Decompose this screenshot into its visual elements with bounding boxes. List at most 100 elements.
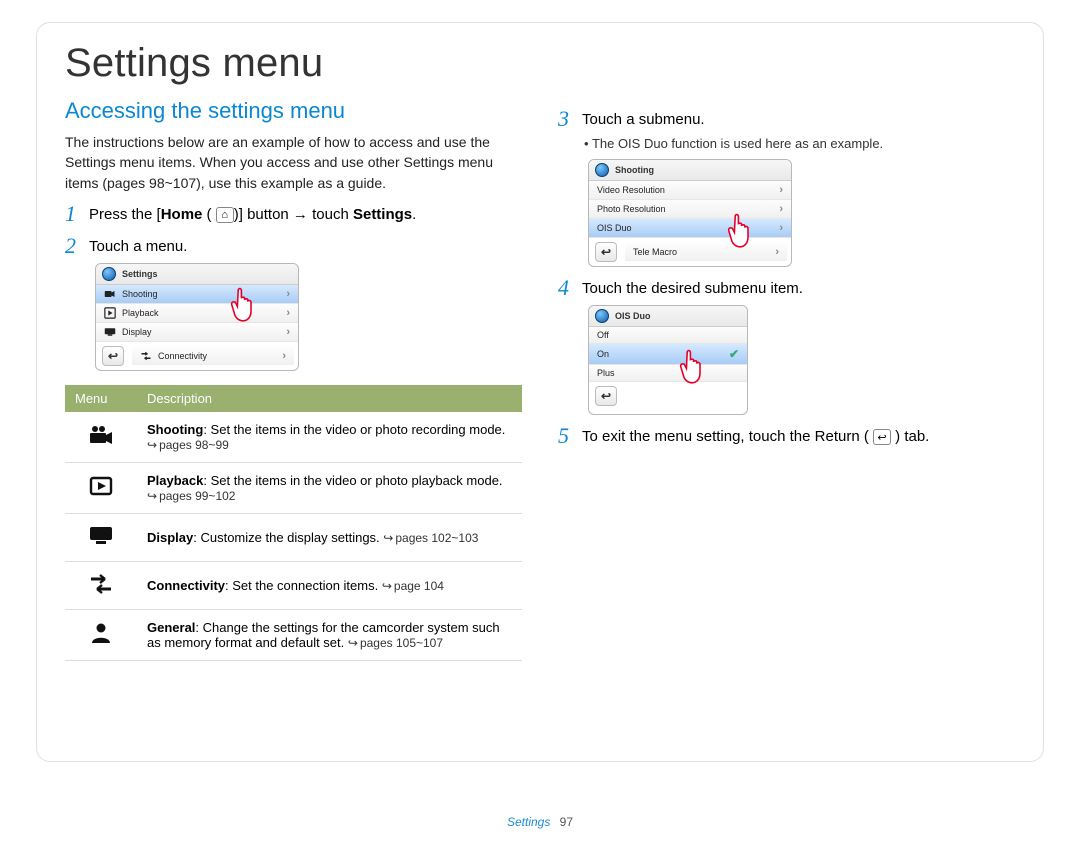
person-icon <box>87 621 115 645</box>
step-3: 3 Touch a submenu. <box>558 108 1015 130</box>
screenshot-oisduo: OIS Duo Off On ✔ Plus ↩ <box>588 305 748 415</box>
row-name: Shooting <box>147 422 203 437</box>
chevron-right-icon: › <box>775 246 779 258</box>
screenshot-a-row-shooting[interactable]: Shooting › <box>96 285 298 304</box>
screenshot-b-row-pres[interactable]: Photo Resolution › <box>589 200 791 219</box>
menu-description-table: Menu Description Shooting: Set the items… <box>65 385 522 661</box>
step-4: 4 Touch the desired submenu item. <box>558 277 1015 299</box>
footer-section: Settings <box>507 815 550 829</box>
return-button[interactable]: ↩ <box>595 386 617 406</box>
chevron-right-icon: › <box>779 222 783 234</box>
screenshot-a-row-display[interactable]: Display › <box>96 323 298 342</box>
table-desc: Playback: Set the items in the video or … <box>137 462 522 513</box>
step-1-mid: ( <box>202 206 215 223</box>
row-label: On <box>597 349 609 359</box>
step-5-pre: To exit the menu setting, touch the Retu… <box>582 428 873 445</box>
row-desc: : Set the connection items. <box>225 578 382 593</box>
chevron-right-icon: › <box>286 307 290 319</box>
playback-icon <box>87 474 115 498</box>
step-5-body: To exit the menu setting, touch the Retu… <box>582 425 929 445</box>
th-menu: Menu <box>65 385 137 412</box>
chevron-right-icon: › <box>779 203 783 215</box>
row-label: Playback <box>122 308 159 318</box>
screenshot-b-row-vres[interactable]: Video Resolution › <box>589 181 791 200</box>
step-1-home: Home <box>161 206 203 223</box>
footer-page-number: 97 <box>560 815 573 829</box>
screenshot-a-title: Settings <box>122 269 158 279</box>
screenshot-b-row-tele[interactable]: Tele Macro › <box>625 243 787 261</box>
step-3-note: The OIS Duo function is used here as an … <box>584 136 1015 151</box>
return-icon: ↩ <box>873 429 891 445</box>
step-1-settings: Settings <box>353 206 412 223</box>
step-1: 1 Press the [Home ( ⌂)] button → touch S… <box>65 203 522 225</box>
step-4-num: 4 <box>558 277 572 299</box>
gear-icon <box>595 309 609 323</box>
step-2-num: 2 <box>65 235 79 257</box>
page-title: Settings menu <box>65 41 1015 86</box>
screenshot-b-title: Shooting <box>615 165 654 175</box>
row-pages: pages 102~103 <box>383 531 478 545</box>
step-1-pre: Press the [ <box>89 206 161 223</box>
screenshot-b-foot: ↩ Tele Macro › <box>589 238 791 266</box>
table-desc: Display: Customize the display settings.… <box>137 513 522 561</box>
screenshot-c-foot: ↩ <box>589 382 747 410</box>
screenshot-a-row-connectivity[interactable]: Connectivity › <box>132 347 294 365</box>
chevron-right-icon: › <box>282 350 286 362</box>
screenshot-c-row-plus[interactable]: Plus <box>589 365 747 382</box>
right-column: 3 Touch a submenu. The OIS Duo function … <box>558 98 1015 661</box>
chevron-right-icon: › <box>286 288 290 300</box>
gear-icon <box>595 163 609 177</box>
row-desc: : Customize the display settings. <box>193 530 383 545</box>
row-label: Display <box>122 327 152 337</box>
screenshot-a-row-playback[interactable]: Playback › <box>96 304 298 323</box>
row-pages: pages 99~102 <box>147 489 235 503</box>
intro-text: The instructions below are an example of… <box>65 132 522 193</box>
screenshot-c-title: OIS Duo <box>615 311 651 321</box>
step-3-body: Touch a submenu. <box>582 108 705 128</box>
screenshot-c-row-off[interactable]: Off <box>589 327 747 344</box>
row-label: Connectivity <box>158 351 207 361</box>
step-1-num: 1 <box>65 203 79 225</box>
step-1-body: Press the [Home ( ⌂)] button → touch Set… <box>89 203 416 223</box>
connectivity-icon <box>87 572 115 596</box>
table-desc: Connectivity: Set the connection items. … <box>137 561 522 609</box>
step-3-num: 3 <box>558 108 572 130</box>
table-header: Menu Description <box>65 385 522 412</box>
row-desc: : Change the settings for the camcorder … <box>147 620 500 650</box>
display-icon <box>104 326 116 338</box>
camcorder-icon <box>104 288 116 300</box>
page-footer: Settings 97 <box>0 815 1080 829</box>
screenshot-b-row-ois[interactable]: OIS Duo › <box>589 219 791 238</box>
display-icon <box>87 524 115 548</box>
row-name: Connectivity <box>147 578 225 593</box>
row-label: Off <box>597 330 609 340</box>
step-5: 5 To exit the menu setting, touch the Re… <box>558 425 1015 447</box>
section-heading: Accessing the settings menu <box>65 98 522 124</box>
row-name: Playback <box>147 473 203 488</box>
step-4-body: Touch the desired submenu item. <box>582 277 803 297</box>
table-desc: General: Change the settings for the cam… <box>137 609 522 660</box>
columns: Accessing the settings menu The instruct… <box>65 98 1015 661</box>
return-button[interactable]: ↩ <box>102 346 124 366</box>
row-label: Video Resolution <box>597 185 665 195</box>
return-button[interactable]: ↩ <box>595 242 617 262</box>
chevron-right-icon: › <box>779 184 783 196</box>
screenshot-c-header: OIS Duo <box>589 306 747 327</box>
step-2: 2 Touch a menu. <box>65 235 522 257</box>
th-desc: Description <box>137 385 522 412</box>
screenshot-c-row-on[interactable]: On ✔ <box>589 344 747 365</box>
connectivity-icon <box>140 350 152 362</box>
row-name: Display <box>147 530 193 545</box>
home-icon: ⌂ <box>216 207 234 223</box>
row-name: General <box>147 620 195 635</box>
left-column: Accessing the settings menu The instruct… <box>65 98 522 661</box>
camcorder-icon <box>87 423 115 447</box>
table-row: Playback: Set the items in the video or … <box>65 462 522 513</box>
step-1-end: . <box>412 206 416 223</box>
row-label: Plus <box>597 368 615 378</box>
row-label: Photo Resolution <box>597 204 666 214</box>
table-row: Shooting: Set the items in the video or … <box>65 412 522 463</box>
table-row: General: Change the settings for the cam… <box>65 609 522 660</box>
page-frame: Settings menu Accessing the settings men… <box>36 22 1044 762</box>
playback-icon <box>104 307 116 319</box>
